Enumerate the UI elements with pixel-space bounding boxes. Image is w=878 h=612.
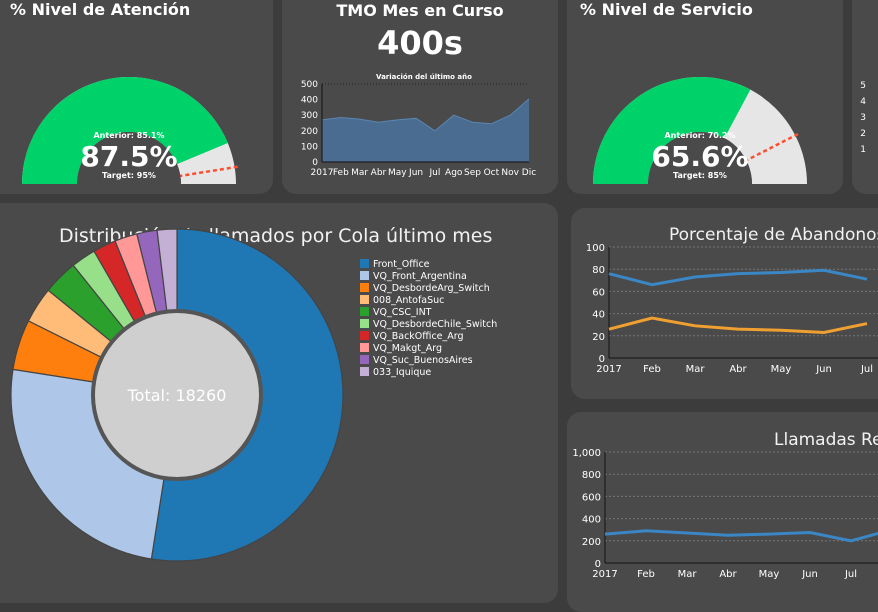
atencion-target: Target: 95%	[102, 171, 156, 180]
legend-label: 008_AntofaSuc	[373, 295, 444, 306]
llamadas-x-tick: Jul	[844, 569, 857, 580]
abandonos-y-tick: 60	[592, 287, 605, 298]
legend-label: VQ_BackOffice_Arg	[373, 331, 464, 342]
tmo-panel: TMO Mes en Curso 400s Variación del últi…	[282, 0, 558, 194]
llamadas-x-tick: Mar	[678, 569, 698, 580]
legend-label: VQ_Suc_BuenosAires	[373, 355, 473, 366]
servicio-gauge: Anterior: 70.2% 65.6% Target: 85%	[593, 77, 807, 194]
abandonos-series-line	[608, 268, 868, 287]
abandonos-y-tick: 20	[592, 332, 605, 343]
abandonos-y-tick: 40	[592, 310, 605, 321]
legend-swatch	[360, 355, 369, 364]
tmo-area	[322, 98, 529, 162]
legend-swatch	[360, 343, 369, 352]
abandonos-panel: Porcentaje de Abandonos d 10080604020020…	[571, 208, 878, 399]
abandonos-x-tick: May	[771, 364, 792, 375]
legend-label: VQ_Front_Argentina	[373, 271, 467, 282]
legend-swatch	[360, 307, 369, 316]
llamadas-panel: Llamadas Re 1,000 800 600 400 200 0 2017 Feb Mar…	[567, 412, 878, 612]
llamadas-chart: 1,00080060040020002017 Feb Mar Abr May Jun Jul	[572, 448, 878, 580]
abandonos-x-tick: Feb	[643, 364, 661, 375]
tmo-y-tick: 500	[301, 80, 318, 90]
partial-y-tick: 5	[860, 81, 866, 91]
partial-y-tick: 1	[860, 145, 866, 155]
tmo-x-tick: Sep	[464, 168, 481, 178]
abandonos-x-tick: Jun	[815, 364, 832, 375]
abandonos-x-tick: 2017	[596, 364, 621, 375]
tmo-y-tick: 200	[301, 127, 318, 137]
legend-label: Front_Office	[373, 259, 430, 270]
legend-label: 033_Iquique	[373, 367, 431, 378]
servicio-target: Target: 85%	[673, 171, 727, 180]
legend-label: VQ_CSC_INT	[373, 307, 432, 318]
llamadas-x-tick: Jun	[801, 569, 818, 580]
llamadas-y-tick: 800	[582, 470, 601, 481]
legend-swatch	[360, 271, 369, 280]
pie-total-label: Total: 18260	[127, 386, 227, 405]
abandonos-y-tick: 100	[586, 243, 605, 254]
tmo-x-tick: 2017	[311, 168, 334, 178]
tmo-y-tick: 0	[312, 158, 318, 168]
tmo-x-tick: Nov	[501, 168, 519, 178]
distribucion-panel: Distribución de llamados por Cola último…	[0, 203, 558, 603]
abandonos-series-line	[608, 316, 868, 334]
atencion-gauge: Anterior: 85.1% 87.5% Target: 95%	[22, 77, 241, 194]
abandonos-x-tick: Abr	[729, 364, 747, 375]
llamadas-y-tick: 1,000	[572, 448, 601, 459]
llamadas-y-tick: 200	[582, 537, 601, 548]
servicio-panel: % Nivel de Servicio Anterior: 70.2% 65.6…	[567, 0, 843, 194]
tmo-y-tick: 100	[301, 142, 318, 152]
tmo-x-tick: Jul	[428, 168, 440, 178]
abandonos-y-tick: 80	[592, 265, 605, 276]
tmo-x-tick: Oct	[484, 168, 500, 178]
llamadas-x-tick: Feb	[637, 569, 655, 580]
llamadas-x-tick: May	[759, 569, 780, 580]
legend-label: VQ_DesbordeArg_Switch	[373, 283, 490, 294]
legend-swatch	[360, 259, 369, 268]
pie-legend: Front_OfficeVQ_Front_ArgentinaVQ_Desbord…	[360, 259, 497, 378]
tmo-subtitle: Variación del último año	[376, 73, 472, 81]
abandonos-x-tick: Mar	[686, 364, 706, 375]
legend-swatch	[360, 331, 369, 340]
partial-y-tick: 2	[860, 129, 866, 139]
legend-swatch	[360, 367, 369, 376]
servicio-value: 65.6%	[651, 140, 748, 173]
llamadas-x-tick: Abr	[719, 569, 737, 580]
legend-label: VQ_Makgt_Arg	[373, 343, 442, 354]
atencion-anterior: Anterior: 85.1%	[93, 131, 164, 140]
legend-label: VQ_DesbordeChile_Switch	[373, 319, 497, 330]
llamadas-series-line	[604, 529, 878, 543]
servicio-anterior: Anterior: 70.2%	[664, 131, 735, 140]
tmo-x-tick: Dic	[522, 168, 536, 178]
partial-y-tick: 3	[860, 113, 866, 123]
partial-panel: 5 4 3 2 1	[852, 0, 878, 194]
tmo-x-tick: May	[388, 168, 407, 178]
abandonos-x-tick: Jul	[860, 364, 873, 375]
tmo-chart: Variación del último año 500 400 300 200 100…	[301, 73, 536, 178]
partial-chart: 5 4 3 2 1	[860, 81, 866, 155]
legend-swatch	[360, 295, 369, 304]
llamadas-x-tick: 2017	[592, 569, 617, 580]
atencion-panel: % Nivel de Atención Anterior: 85.1% 87.5…	[0, 0, 273, 194]
legend-swatch	[360, 283, 369, 292]
llamadas-y-tick: 400	[582, 515, 601, 526]
distribucion-pie: Total: 18260 Front_OfficeVQ_Front_Argent…	[10, 228, 497, 562]
partial-y-tick: 4	[860, 97, 866, 107]
atencion-value: 87.5%	[80, 140, 177, 173]
llamadas-y-tick: 600	[582, 492, 601, 503]
tmo-x-tick: Feb	[333, 168, 349, 178]
tmo-x-tick: Ago	[445, 168, 463, 178]
legend-swatch	[360, 319, 369, 328]
tmo-y-tick: 300	[301, 111, 318, 121]
abandonos-chart: 1008060402002017 Feb Mar Abr May Jun Jul	[586, 243, 878, 375]
tmo-y-tick: 400	[301, 96, 318, 106]
tmo-x-tick: Abr	[371, 168, 387, 178]
tmo-x-tick: Mar	[351, 168, 368, 178]
tmo-x-tick: Jun	[408, 168, 423, 178]
